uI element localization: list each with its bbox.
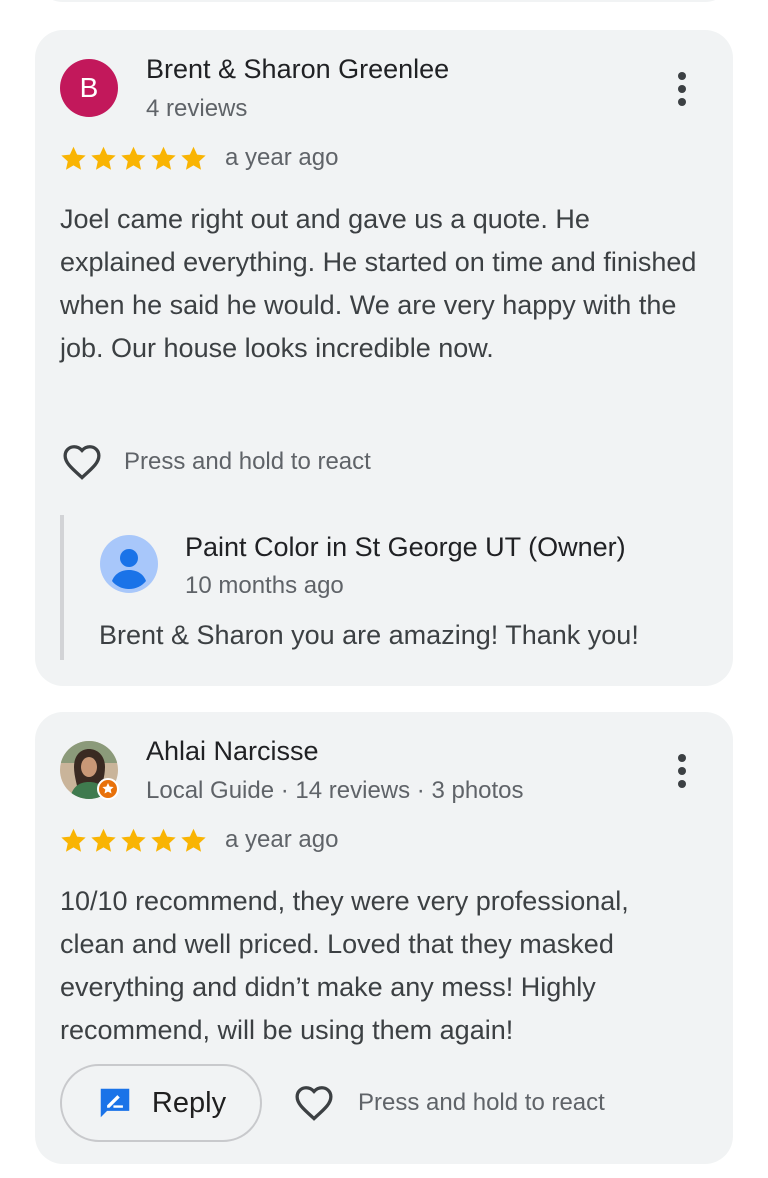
star-icon	[181, 828, 206, 852]
star-icon	[151, 828, 176, 852]
star-icon	[121, 828, 146, 852]
react-button[interactable]: Press and hold to react	[60, 440, 371, 484]
review-card: Ahlai Narcisse Local Guide · 14 reviews …	[35, 712, 733, 1164]
rating-row: a year ago	[60, 144, 338, 172]
react-button[interactable]: Press and hold to react	[292, 1081, 605, 1125]
reply-label: Reply	[151, 1086, 227, 1119]
more-options-icon[interactable]	[665, 750, 699, 792]
owner-reply-date: 10 months ago	[185, 572, 344, 599]
owner-reply: Paint Color in St George UT (Owner) 10 m…	[60, 515, 704, 660]
react-label: Press and hold to react	[124, 448, 371, 475]
reviewer-name[interactable]: Ahlai Narcisse	[146, 736, 319, 767]
more-options-icon[interactable]	[665, 68, 699, 110]
rating-row: a year ago	[60, 826, 338, 854]
star-icon	[181, 146, 206, 170]
reply-icon	[100, 1088, 130, 1118]
star-icon	[121, 146, 146, 170]
star-rating	[60, 827, 207, 854]
star-icon	[61, 828, 86, 852]
review-date: a year ago	[225, 826, 339, 853]
reviewer-name[interactable]: Brent & Sharon Greenlee	[146, 54, 449, 85]
star-icon	[91, 146, 116, 170]
avatar[interactable]: B	[60, 59, 118, 117]
owner-reply-text: Brent & Sharon you are amazing! Thank yo…	[99, 620, 639, 650]
star-icon	[91, 828, 116, 852]
review-text: Joel came right out and gave us a quote.…	[60, 204, 697, 363]
review-date: a year ago	[225, 144, 339, 171]
star-rating	[60, 145, 207, 172]
local-guide-badge-icon	[97, 778, 119, 800]
reply-button[interactable]: Reply	[60, 1064, 262, 1142]
reviewer-meta: 4 reviews	[146, 95, 248, 122]
reviewer-meta: Local Guide · 14 reviews · 3 photos	[146, 777, 524, 804]
previous-review-card	[35, 0, 733, 2]
review-card: B Brent & Sharon Greenlee 4 reviews a ye…	[35, 30, 733, 686]
heart-icon	[63, 445, 101, 480]
reviews-list: B Brent & Sharon Greenlee 4 reviews a ye…	[0, 0, 768, 1178]
owner-name[interactable]: Paint Color in St George UT (Owner)	[185, 532, 626, 563]
owner-avatar-icon	[100, 535, 158, 593]
react-label: Press and hold to react	[358, 1089, 605, 1116]
heart-icon	[295, 1086, 333, 1121]
star-icon	[61, 146, 86, 170]
star-icon	[151, 146, 176, 170]
review-text: 10/10 recommend, they were very professi…	[60, 886, 629, 1045]
